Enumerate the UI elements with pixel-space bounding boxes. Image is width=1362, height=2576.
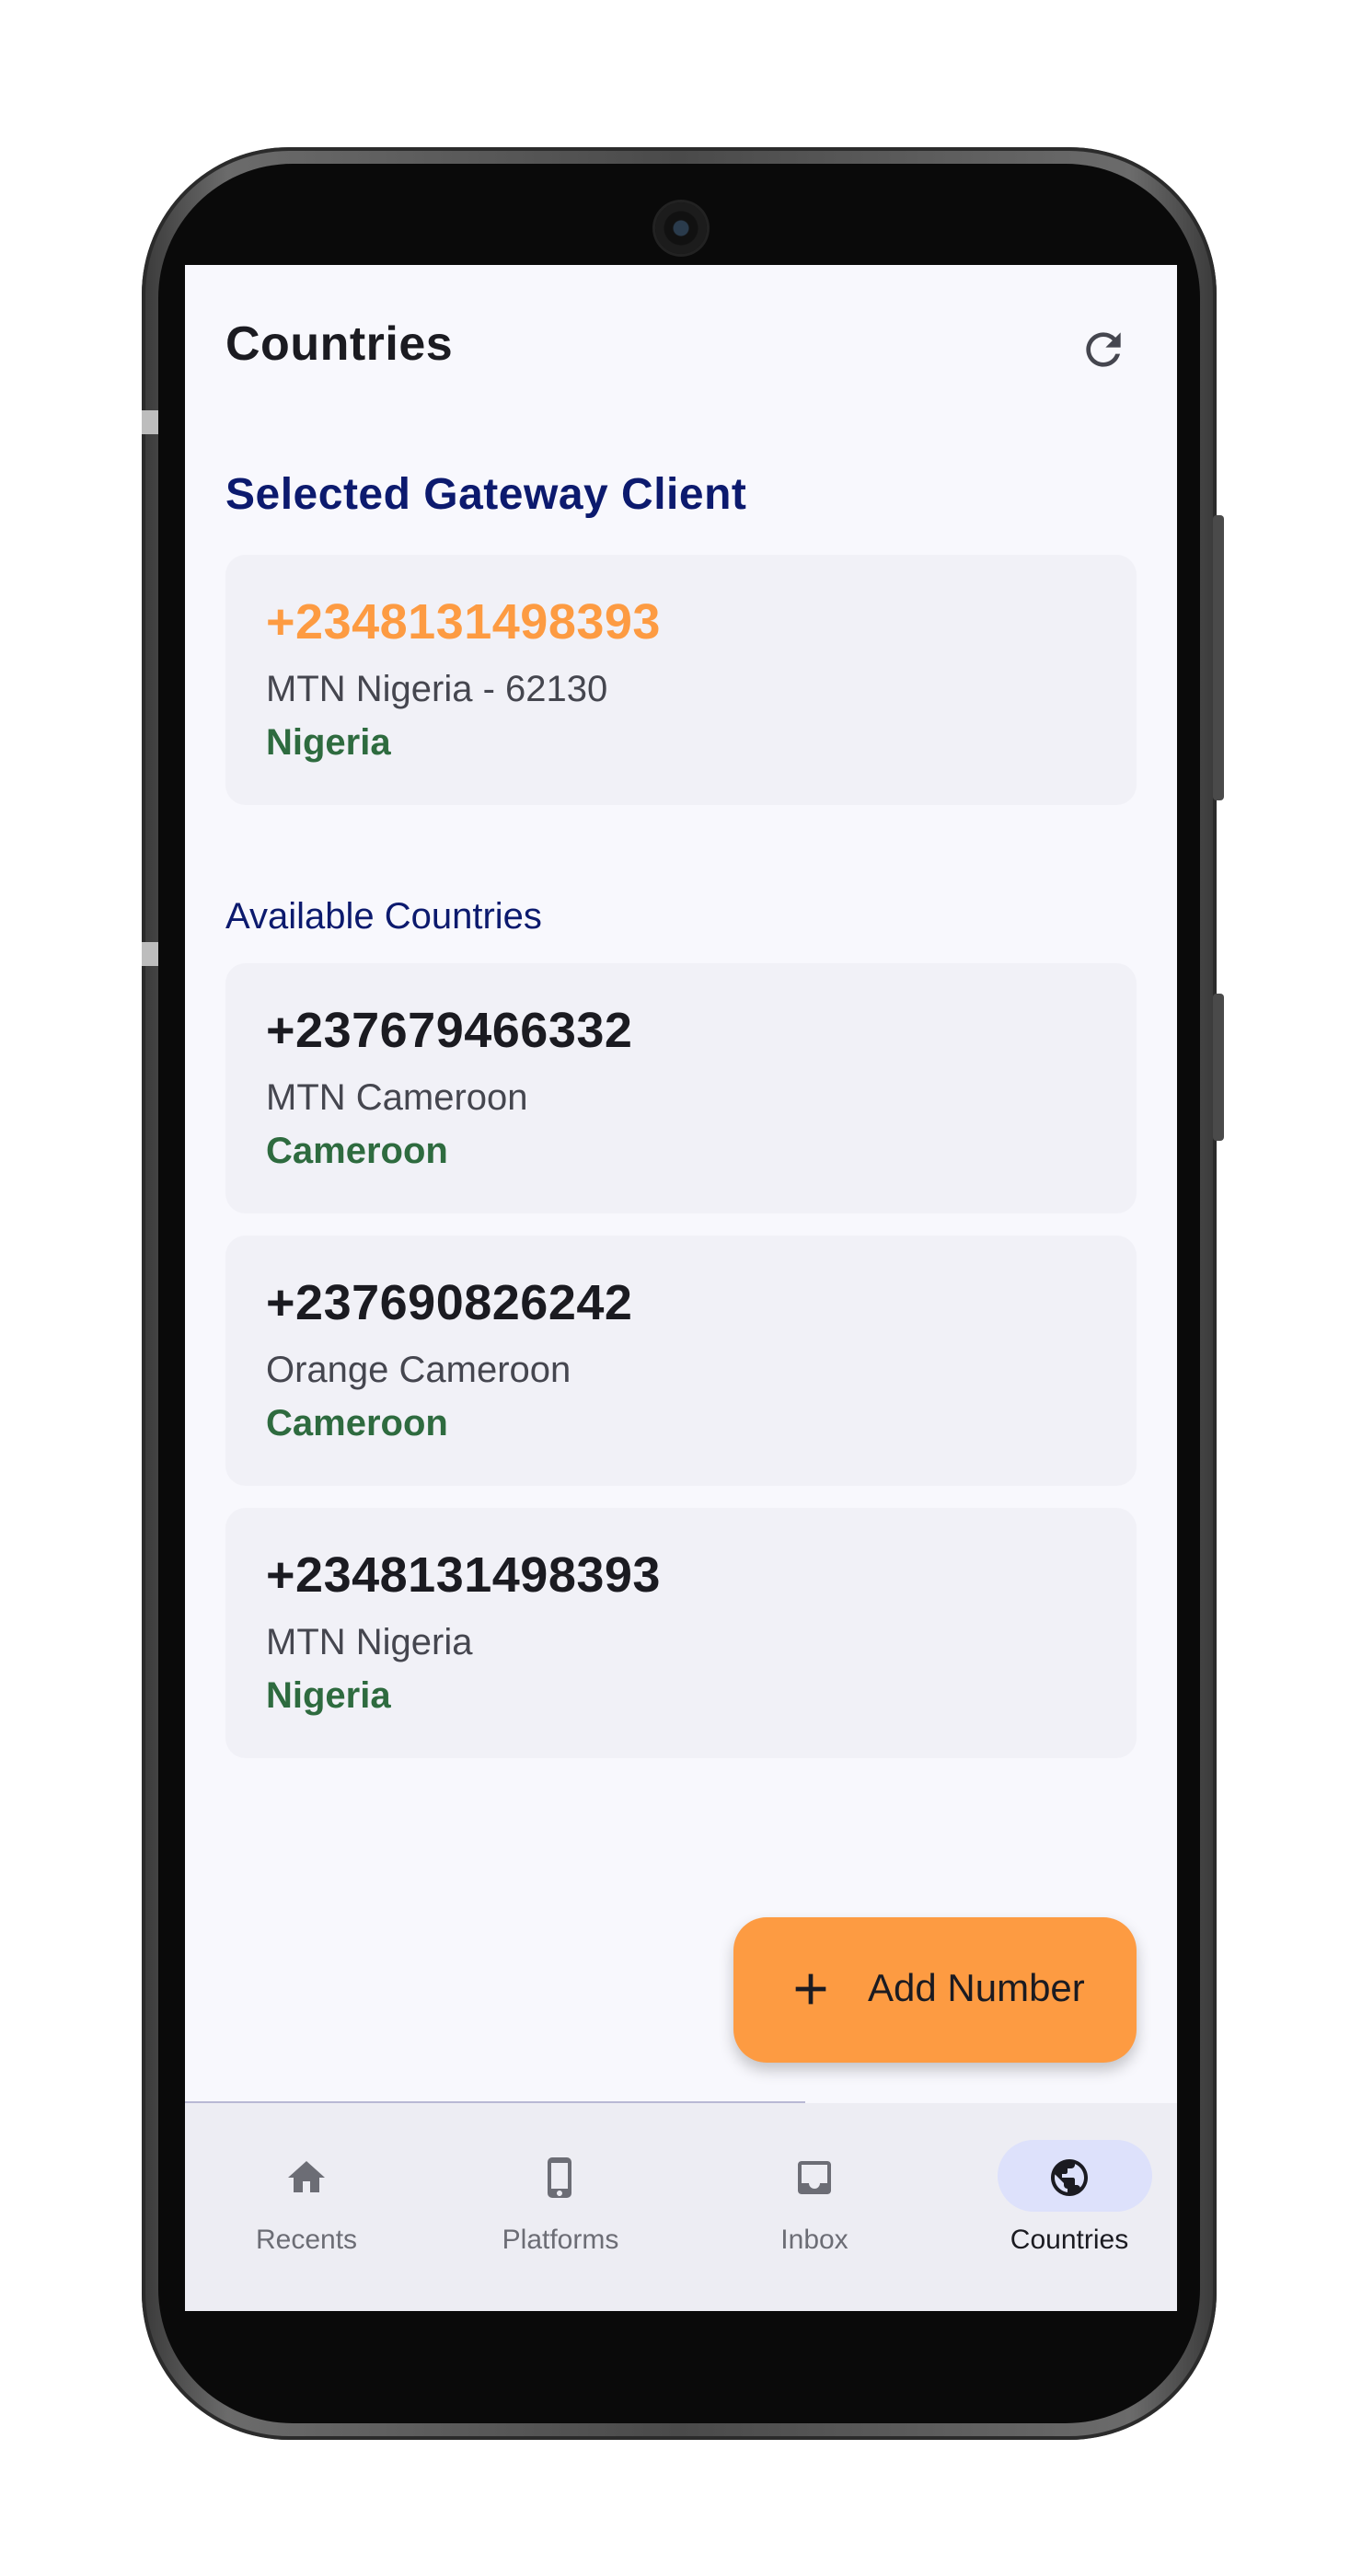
gateway-client-card[interactable]: +237690826242 Orange Cameroon Cameroon [225,1236,1137,1486]
add-number-label: Add Number [868,1966,1085,2009]
nav-item-platforms[interactable]: Platforms [468,2140,652,2278]
add-number-button[interactable]: Add Number [733,1917,1137,2063]
nav-label: Inbox [780,2225,848,2255]
nav-label: Recents [255,2225,358,2255]
selected-gateway-card[interactable]: +2348131498393 MTN Nigeria - 62130 Niger… [225,555,1137,805]
page-title: Countries [225,317,454,371]
gateway-client-card[interactable]: +2348131498393 MTN Nigeria Nigeria [225,1508,1137,1758]
selected-country: Nigeria [266,722,391,763]
volume-button [1213,994,1224,1141]
front-camera [655,202,707,254]
app-screen: Countries Selected Gateway Client +23481… [185,265,1177,2311]
selected-operator: MTN Nigeria - 62130 [266,669,608,709]
inbox-icon [798,2161,831,2194]
nav-label: Countries [1010,2225,1129,2255]
nav-item-inbox[interactable]: Inbox [722,2140,906,2278]
client-number: +2348131498393 [266,1547,661,1603]
refresh-button[interactable] [1072,318,1135,381]
selected-gateway-heading: Selected Gateway Client [225,470,747,519]
client-number: +237679466332 [266,1003,633,1058]
home-icon [288,2161,325,2192]
selected-number: +2348131498393 [266,594,661,650]
nav-label: Platforms [502,2225,619,2255]
power-button [1213,515,1224,800]
bottom-navigation-bar: Recents Platforms Inbox Countries [185,2103,1177,2311]
gateway-client-card[interactable]: +237679466332 MTN Cameroon Cameroon [225,963,1137,1213]
client-operator: Orange Cameroon [266,1350,571,1390]
device-mockup: Countries Selected Gateway Client +23481… [0,0,1362,2576]
client-country: Cameroon [266,1403,448,1443]
globe-icon [1051,2159,1088,2196]
available-countries-label: Available Countries [225,896,542,937]
client-number: +237690826242 [266,1275,633,1330]
phone-icon [548,2157,571,2198]
top-app-bar: Countries [185,265,1177,431]
client-operator: MTN Cameroon [266,1077,528,1118]
nav-item-recents[interactable]: Recents [214,2140,398,2278]
client-operator: MTN Nigeria [266,1622,473,1662]
client-country: Cameroon [266,1131,448,1171]
client-country: Nigeria [266,1675,391,1716]
plus-icon [795,1973,826,2005]
nav-item-countries[interactable]: Countries [977,2140,1161,2278]
refresh-icon [1086,332,1121,367]
